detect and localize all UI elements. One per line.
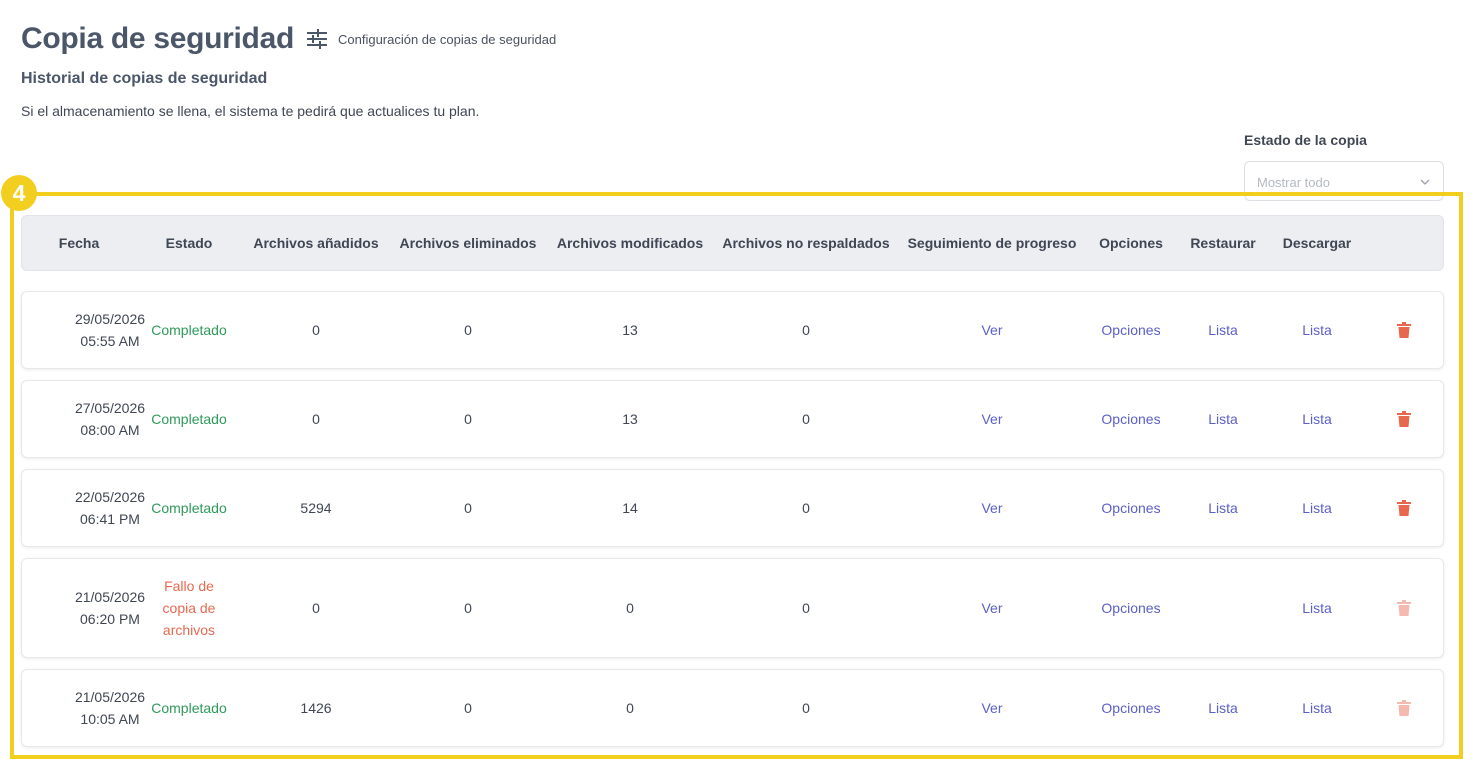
row-restore-link[interactable]: Lista [1208, 470, 1238, 546]
row-status: Fallo de copia de archivos [163, 559, 216, 657]
row-deleted: 0 [464, 322, 472, 338]
history-description: Si el almacenamiento se llena, el sistem… [21, 103, 480, 119]
row-date-time: 06:41 PM [80, 511, 140, 527]
row-modified: 14 [622, 500, 638, 516]
row-added: 1426 [300, 700, 332, 716]
row-date-day: 21/05/2026 [74, 689, 146, 705]
row-deleted: 0 [464, 600, 472, 616]
row-not-backed: 0 [802, 322, 810, 338]
row-download-link[interactable]: Lista [1302, 470, 1332, 546]
row-download-link[interactable]: Lista [1302, 381, 1332, 457]
row-options-link[interactable]: Opciones [1101, 670, 1160, 746]
row-status: Completado [151, 700, 227, 716]
row-added: 0 [312, 600, 320, 616]
trash-icon[interactable] [1397, 470, 1411, 546]
trash-icon [1397, 670, 1411, 746]
row-status-line: copia de [162, 600, 216, 616]
row-date-time: 10:05 AM [80, 711, 140, 727]
row-not-backed: 0 [802, 500, 810, 516]
row-deleted: 0 [464, 500, 472, 516]
history-title: Historial de copias de seguridad [21, 70, 268, 87]
col-archivos-no-respaldados[interactable]: Archivos no respaldados [722, 216, 889, 270]
row-options-link[interactable]: Opciones [1101, 292, 1160, 368]
row-not-backed: 0 [802, 411, 810, 427]
row-date-day: 27/05/2026 [74, 400, 146, 416]
row-modified: 13 [622, 322, 638, 338]
col-estado[interactable]: Estado [166, 216, 213, 270]
row-date-time: 08:00 AM [80, 422, 140, 438]
trash-icon[interactable] [1397, 381, 1411, 457]
trash-icon [1397, 559, 1411, 657]
row-deleted: 0 [464, 411, 472, 427]
annotation-badge: 4 [1, 175, 37, 211]
row-not-backed: 0 [802, 700, 810, 716]
row-download-link[interactable]: Lista [1302, 670, 1332, 746]
table-row: 27/05/2026 08:00 AM Completado 0 0 13 0 … [21, 380, 1444, 458]
status-filter-placeholder: Mostrar todo [1257, 175, 1330, 190]
row-added: 0 [312, 411, 320, 427]
row-deleted: 0 [464, 700, 472, 716]
row-progress-link[interactable]: Ver [981, 292, 1002, 368]
table-row: 21/05/2026 10:05 AM Completado 1426 0 0 … [21, 669, 1444, 747]
row-status: Completado [151, 411, 227, 427]
row-options-link[interactable]: Opciones [1101, 559, 1160, 657]
row-modified: 0 [626, 600, 634, 616]
row-date-day: 21/05/2026 [74, 589, 146, 605]
sliders-icon[interactable] [306, 28, 328, 50]
trash-icon[interactable] [1397, 292, 1411, 368]
col-opciones[interactable]: Opciones [1099, 216, 1163, 270]
table-row: 29/05/2026 05:55 AM Completado 0 0 13 0 … [21, 291, 1444, 369]
row-date: 21/05/2026 06:20 PM [75, 559, 145, 657]
row-date: 21/05/2026 10:05 AM [75, 670, 145, 746]
row-date-time: 05:55 AM [80, 333, 140, 349]
col-archivos-modificados[interactable]: Archivos modificados [557, 216, 703, 270]
row-progress-link[interactable]: Ver [981, 559, 1002, 657]
row-date-day: 29/05/2026 [74, 311, 146, 327]
table-row: 21/05/2026 06:20 PM Fallo de copia de ar… [21, 558, 1444, 658]
row-status-line: archivos [162, 622, 216, 638]
status-filter-label: Estado de la copia [1244, 132, 1367, 148]
row-added: 0 [312, 322, 320, 338]
row-status: Completado [151, 500, 227, 516]
row-progress-link[interactable]: Ver [981, 670, 1002, 746]
col-seguimiento[interactable]: Seguimiento de progreso [908, 216, 1077, 270]
col-descargar[interactable]: Descargar [1283, 216, 1352, 270]
row-date-day: 22/05/2026 [74, 489, 146, 505]
row-restore-link[interactable]: Lista [1208, 670, 1238, 746]
backup-settings-link[interactable]: Configuración de copias de seguridad [338, 32, 556, 47]
row-added: 5294 [300, 500, 332, 516]
row-date: 29/05/2026 05:55 AM [75, 292, 145, 368]
chevron-down-icon [1419, 175, 1431, 187]
row-date: 22/05/2026 06:41 PM [75, 470, 145, 546]
row-modified: 0 [626, 700, 634, 716]
row-restore-link[interactable]: Lista [1208, 381, 1238, 457]
row-modified: 13 [622, 411, 638, 427]
row-download-link[interactable]: Lista [1302, 559, 1332, 657]
row-status-line: Fallo de [164, 578, 214, 594]
col-archivos-eliminados[interactable]: Archivos eliminados [400, 216, 537, 270]
row-download-link[interactable]: Lista [1302, 292, 1332, 368]
row-date-time: 06:20 PM [80, 611, 140, 627]
table-row: 22/05/2026 06:41 PM Completado 5294 0 14… [21, 469, 1444, 547]
col-archivos-anadidos[interactable]: Archivos añadidos [253, 216, 378, 270]
row-status: Completado [151, 322, 227, 338]
row-options-link[interactable]: Opciones [1101, 470, 1160, 546]
row-progress-link[interactable]: Ver [981, 381, 1002, 457]
page-header: Copia de seguridad Configuración de copi… [21, 22, 556, 56]
table-header: Fecha Estado Archivos añadidos Archivos … [21, 215, 1444, 271]
col-fecha[interactable]: Fecha [59, 216, 99, 270]
row-options-link[interactable]: Opciones [1101, 381, 1160, 457]
col-restaurar[interactable]: Restaurar [1190, 216, 1255, 270]
page-title: Copia de seguridad [21, 22, 294, 55]
row-not-backed: 0 [802, 600, 810, 616]
row-date: 27/05/2026 08:00 AM [75, 381, 145, 457]
row-progress-link[interactable]: Ver [981, 470, 1002, 546]
row-restore-link[interactable]: Lista [1208, 292, 1238, 368]
